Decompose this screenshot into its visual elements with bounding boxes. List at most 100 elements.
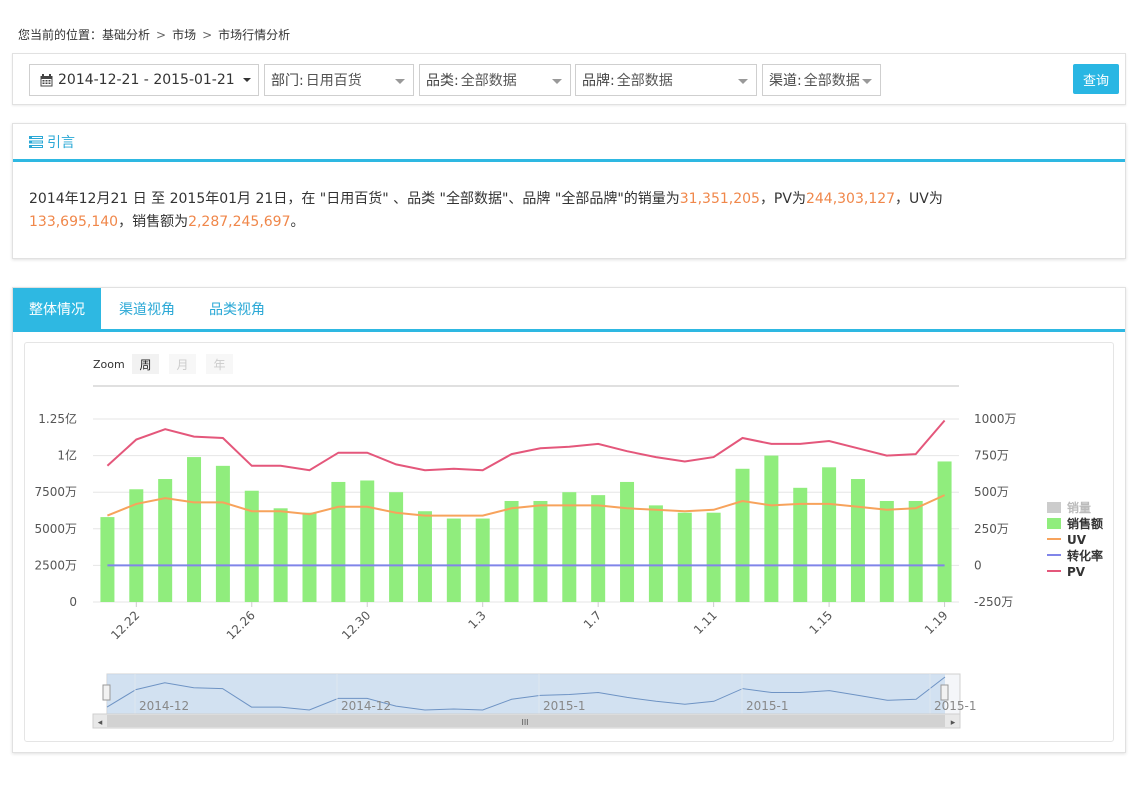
right-axis-labels: -250万 0 250万 500万 750万 1000万 [974,412,1017,609]
navigator: 2014-12 2014-12 2015-1 2015-1 2015-1 ◂ ▸ III [92,673,977,729]
quote-panel: 引言 2014年12月21 日 至 2015年01月 21日，在 "日用百货" … [12,123,1126,259]
navigator-left-handle[interactable] [102,684,111,701]
left-axis-tick: 2500万 [34,558,77,572]
list-icon [29,135,43,148]
x-axis-tick-label: 12.22 [108,608,142,642]
right-axis-tick: 500万 [974,485,1009,499]
revenue-bar [244,490,259,602]
revenue-bar [648,505,663,602]
quote-text-part: 2014年12月21 日 至 2015年01月 21日，在 "日用百货" 、品类… [29,191,680,207]
quote-header: 引言 [13,124,1125,162]
revenue-bar [360,480,375,602]
scroll-right-arrow-icon[interactable]: ▸ [951,718,956,728]
date-range-value: 2014-12-21 - 2015-01-21 [58,72,235,88]
breadcrumb: 您当前的位置： 基础分析 > 市场 > 市场行情分析 [18,26,290,43]
revenue-bar [677,512,692,602]
tab-overall[interactable]: 整体情况 [13,288,101,329]
revenue-bar [850,479,865,602]
channel-value: 全部数据 [803,73,860,89]
filter-panel: 2014-12-21 - 2015-01-21 部门: 日用百货 品类: 全部数… [12,53,1126,105]
tab-channel-view[interactable]: 渠道视角 [103,288,191,329]
zoom-week-button[interactable]: 周 [139,358,151,372]
category-select[interactable]: 品类: 全部数据 [419,64,571,96]
series-line-UV [107,494,946,517]
left-axis-tick: 5000万 [34,522,77,536]
breadcrumb-item-market-analysis: 市场行情分析 [218,28,291,42]
chevron-down-icon [242,78,251,82]
quote-text-part: 。 [290,214,305,230]
legend-item-label: 销量 [1067,500,1091,515]
x-axis-tick-label: 1.19 [922,608,951,637]
date-range-picker[interactable]: 2014-12-21 - 2015-01-21 [29,64,259,96]
revenue-bar [273,508,288,602]
analysis-panel: 整体情况 渠道视角 品类视角 Zoom 周 月 年 0 2500万 5000万 750… [12,287,1126,753]
revenue-bar [187,457,202,602]
breadcrumb-separator: > [202,27,213,42]
revenue-bar [533,500,548,602]
zoom-label: Zoom [93,358,125,371]
right-axis-tick: -250万 [974,595,1013,609]
revenue-bar [475,518,490,602]
channel-select[interactable]: 渠道: 全部数据 [762,64,881,96]
revenue-bar [822,467,837,602]
revenue-bar [735,468,750,602]
combo-chart: Zoom 周 月 年 0 2500万 5000万 7500万 1亿 1.25亿 -250万… [34,354,1103,729]
x-axis-tick-label: 12.26 [224,608,258,642]
breadcrumb-prefix: 您当前的位置： [18,28,103,42]
scroll-left-arrow-icon[interactable]: ◂ [98,718,103,728]
quote-title: 引言 [47,134,75,151]
revenue-bar [100,517,115,602]
uv-value: 133,695,140 [29,214,119,230]
zoom-month-button[interactable]: 月 [176,358,188,372]
navigator-selection[interactable] [107,674,945,714]
left-axis-tick: 1亿 [57,448,77,463]
tab-bar: 整体情况 渠道视角 品类视角 [13,288,1125,332]
breadcrumb-item-market[interactable]: 市场 [172,26,196,43]
brand-select[interactable]: 品牌: 全部数据 [575,64,757,96]
revenue-bar [620,481,635,602]
revenue-bar [215,465,230,602]
x-axis-tick-label: 12.30 [339,608,373,642]
breadcrumb-item-basic-analysis[interactable]: 基础分析 [102,26,150,43]
query-button[interactable]: 查询 [1073,64,1119,94]
breadcrumb-separator: > [156,27,167,42]
x-axis-tick-label: 1.15 [806,608,835,637]
scroll-grip-icon: III [521,718,528,727]
revenue-bar [446,518,461,602]
chevron-down-icon [552,79,562,84]
right-axis-tick: 750万 [974,449,1009,463]
left-axis-labels: 0 2500万 5000万 7500万 1亿 1.25亿 [34,411,77,609]
revenue-bar [908,500,923,602]
x-axis-tick-label: 1.11 [691,608,720,637]
chevron-down-icon [738,79,748,84]
legend-swatch [1047,502,1061,513]
department-label: 部门: [271,73,304,89]
legend-item-label: 转化率 [1067,548,1103,563]
revenue-bar [302,512,317,602]
revenue-bar [706,512,721,602]
navigator-label: 2014-12 [341,699,391,713]
left-axis-tick: 0 [69,595,77,609]
brand-value: 全部数据 [616,73,673,89]
series-line-PV [106,419,946,472]
revenue-bar [331,481,346,602]
revenue-bar [562,492,577,602]
right-axis-tick: 0 [974,558,982,572]
x-axis-labels: 12.22 12.26 12.30 1.3 1.7 1.11 1.15 1.19 [108,602,951,642]
legend-item-label: UV [1067,533,1087,547]
tab-category-view[interactable]: 品类视角 [193,288,281,329]
zoom-year-button[interactable]: 年 [213,358,225,372]
quote-text-part: ，UV为 [895,191,943,207]
quote-text-part: ，销售额为 [118,214,189,230]
revenue-bar [879,500,894,602]
navigator-right-handle[interactable] [940,684,949,701]
navigator-label: 2015-1 [746,699,789,713]
quote-text-part: ，PV为 [759,191,806,207]
category-value: 全部数据 [460,73,517,89]
right-axis-tick: 250万 [974,522,1009,536]
revenue-value: 2,287,245,697 [188,214,291,230]
revenue-bar [937,461,952,602]
channel-label: 渠道: [769,73,802,89]
navigator-label: 2015-1 [543,699,586,713]
department-select[interactable]: 部门: 日用百货 [264,64,414,96]
